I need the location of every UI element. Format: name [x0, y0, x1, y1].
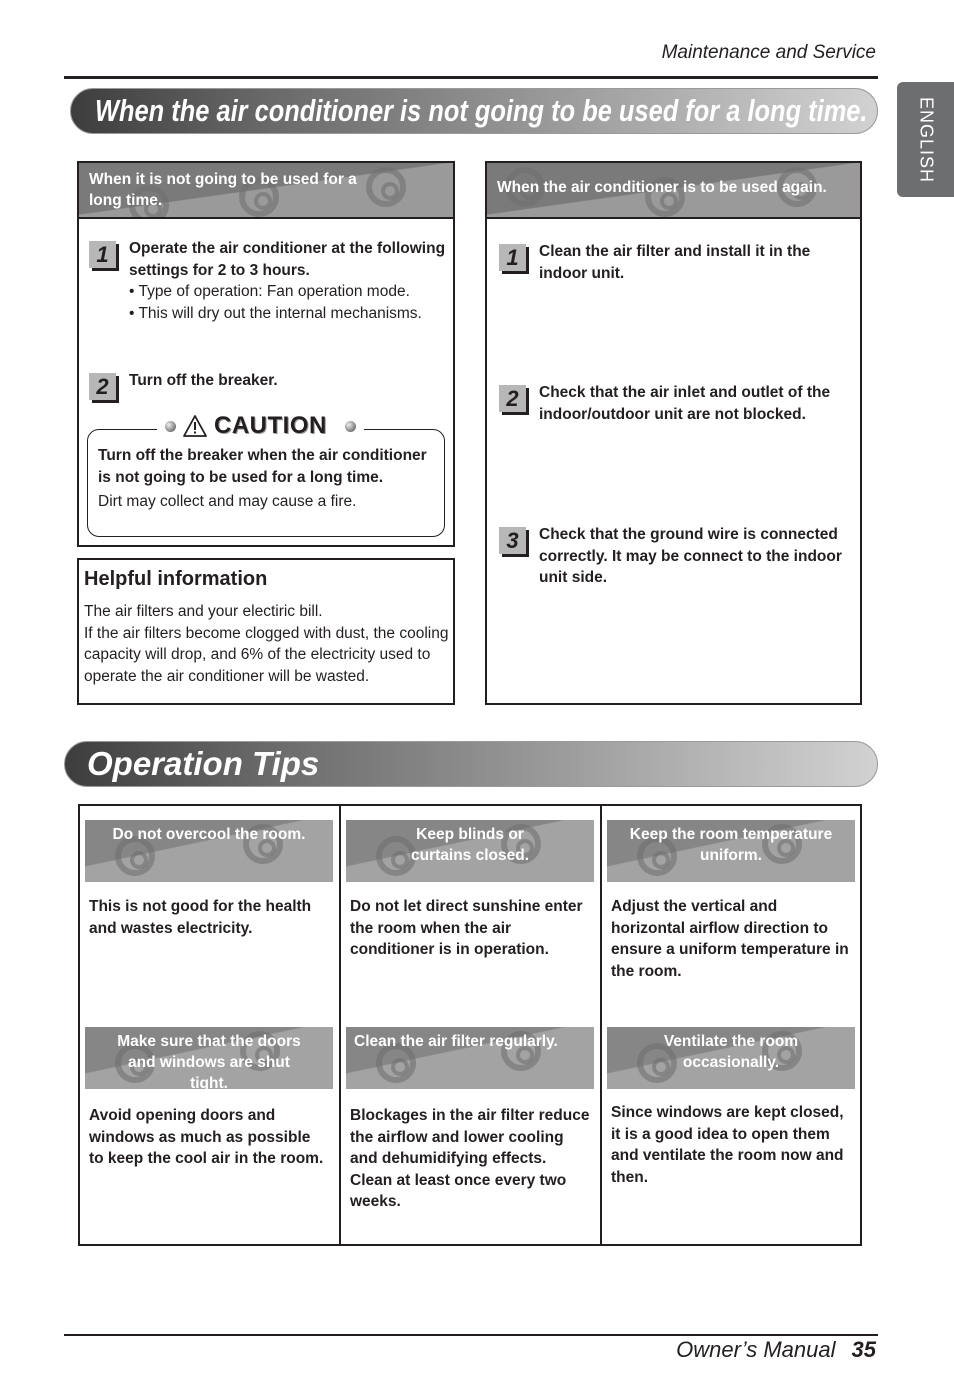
- language-tab: ENGLISH: [897, 82, 954, 197]
- tip-body: Blockages in the air filter reduce the a…: [350, 1107, 590, 1210]
- tip-heading: Do not overcool the room.: [112, 826, 306, 843]
- footer: Owner’s Manual 35: [676, 1337, 876, 1363]
- bottom-divider: [64, 1334, 878, 1336]
- tip-body: Avoid opening doors and windows as much …: [89, 1107, 324, 1167]
- step-bullet: • This will dry out the internal mechani…: [129, 304, 422, 322]
- section-header: Maintenance and Service: [661, 42, 876, 63]
- step-text: Check that the air inlet and outlet of t…: [539, 384, 831, 423]
- tip-card: Do not overcool the room. This is not go…: [85, 820, 333, 937]
- tip-body: Since windows are kept closed, it is a g…: [611, 1104, 844, 1186]
- tip-heading: Make sure that the doors and windows are…: [117, 1033, 301, 1089]
- used-again-box: When the air conditioner is to be used a…: [485, 161, 862, 705]
- tip-body: Adjust the vertical and horizontal airfl…: [611, 898, 849, 980]
- tip-heading: Ventilate the room occasionally.: [663, 1033, 799, 1071]
- tip-card: Make sure that the doors and windows are…: [85, 1027, 333, 1167]
- tip-heading: Keep the room temperature uniform.: [629, 826, 833, 864]
- bullet-dot-icon: [165, 420, 176, 432]
- used-again-heading: When the air conditioner is to be used a…: [497, 179, 827, 196]
- step-text: Clean the air filter and install it in t…: [539, 243, 811, 282]
- helpful-info-box: Helpful information The air filters and …: [77, 558, 455, 705]
- step-text: Operate the air conditioner at the follo…: [129, 240, 446, 279]
- manual-title: Owner’s Manual: [676, 1337, 836, 1362]
- tip-heading: Clean the air filter regularly.: [354, 1033, 558, 1050]
- swirl-icon: [366, 167, 406, 207]
- operation-tips-title: Operation Tips: [87, 745, 320, 782]
- step-text: Check that the ground wire is connected …: [539, 526, 842, 586]
- not-used-header: When it is not going to be used for a lo…: [79, 163, 453, 219]
- helpful-info-line: If the air filters become clogged with d…: [84, 624, 449, 685]
- not-used-heading: When it is not going to be used for a lo…: [89, 171, 357, 209]
- used-again-header: When the air conditioner is to be used a…: [487, 163, 860, 219]
- step-number-badge: 1: [499, 244, 526, 271]
- step-number-badge: 2: [89, 373, 116, 400]
- tip-card: Clean the air filter regularly. Blockage…: [346, 1027, 594, 1210]
- tip-body: Do not let direct sunshine enter the roo…: [350, 898, 583, 958]
- caution-text: Dirt may collect and may cause a fire.: [98, 493, 357, 510]
- column-divider: [600, 806, 602, 1244]
- warning-icon: [183, 415, 207, 437]
- step-number-badge: 2: [499, 385, 526, 412]
- tip-body: This is not good for the health and wast…: [89, 898, 312, 937]
- tip-card: Ventilate the room occasionally. Since w…: [607, 1027, 855, 1186]
- caution-label: CAUTION: [157, 411, 364, 441]
- tip-card: Keep blinds or curtains closed. Do not l…: [346, 820, 594, 958]
- long-time-banner: When the air conditioner is not going to…: [70, 88, 878, 134]
- helpful-info-title: Helpful information: [84, 568, 268, 590]
- not-used-box: When it is not going to be used for a lo…: [77, 161, 455, 547]
- top-divider: [64, 76, 878, 79]
- caution-text-bold: Turn off the breaker when the air condit…: [98, 447, 427, 486]
- step-number-badge: 1: [89, 241, 116, 268]
- tips-grid: Do not overcool the room. This is not go…: [78, 804, 862, 1246]
- tip-card: Keep the room temperature uniform. Adjus…: [607, 820, 855, 980]
- step-number-badge: 3: [499, 527, 526, 554]
- column-divider: [339, 806, 341, 1244]
- caution-word: CAUTION: [214, 412, 327, 439]
- long-time-title: When the air conditioner is not going to…: [95, 93, 868, 128]
- tip-heading: Keep blinds or curtains closed.: [410, 826, 529, 864]
- language-label: ENGLISH: [916, 96, 936, 183]
- bullet-dot-icon: [344, 420, 356, 432]
- step-bullet: • Type of operation: Fan operation mode.: [129, 283, 410, 300]
- page-number: 35: [851, 1337, 876, 1362]
- step-text: Turn off the breaker.: [129, 372, 278, 389]
- helpful-info-line: The air filters and your electiric bill.: [84, 603, 323, 620]
- operation-tips-banner: Operation Tips: [64, 741, 878, 787]
